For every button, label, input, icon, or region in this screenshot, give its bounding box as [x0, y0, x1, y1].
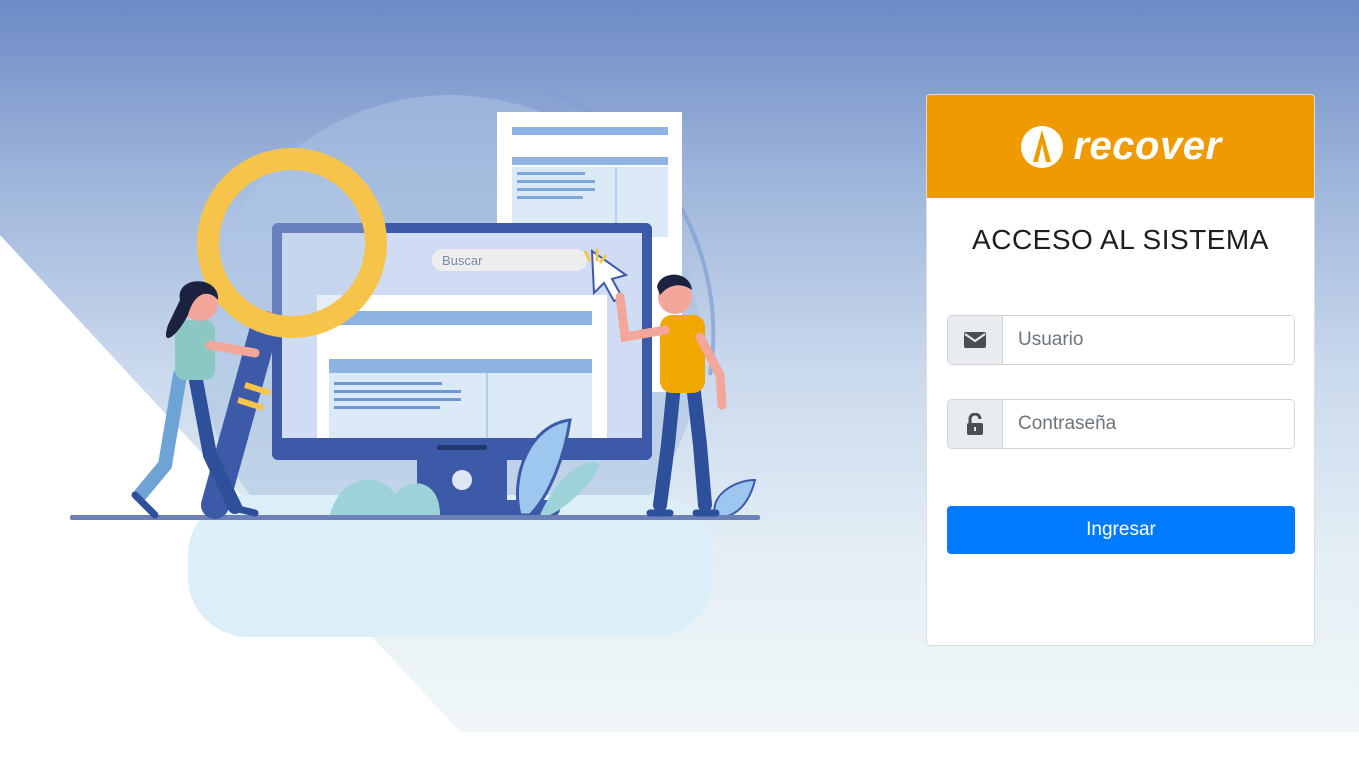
- password-group: [947, 399, 1295, 449]
- search-bar-text: Buscar: [442, 253, 483, 268]
- login-title: ACCESO AL SISTEMA: [972, 224, 1269, 255]
- hero-illustration: Buscar: [70, 83, 760, 637]
- brand-name: recover: [1073, 124, 1222, 168]
- login-card: recover ACCESO AL SISTEMA Ingresar: [926, 94, 1315, 646]
- username-input[interactable]: [1003, 316, 1294, 364]
- password-input[interactable]: [1003, 400, 1294, 448]
- username-group: [947, 315, 1295, 365]
- brand-header: recover: [927, 95, 1314, 198]
- envelope-icon: [964, 332, 986, 348]
- login-button[interactable]: Ingresar: [947, 506, 1295, 554]
- lock-open-icon: [967, 413, 983, 435]
- password-addon: [948, 400, 1003, 448]
- username-addon: [948, 316, 1003, 364]
- recover-logo-icon: [1021, 125, 1064, 168]
- brand-logo: recover: [1019, 124, 1221, 170]
